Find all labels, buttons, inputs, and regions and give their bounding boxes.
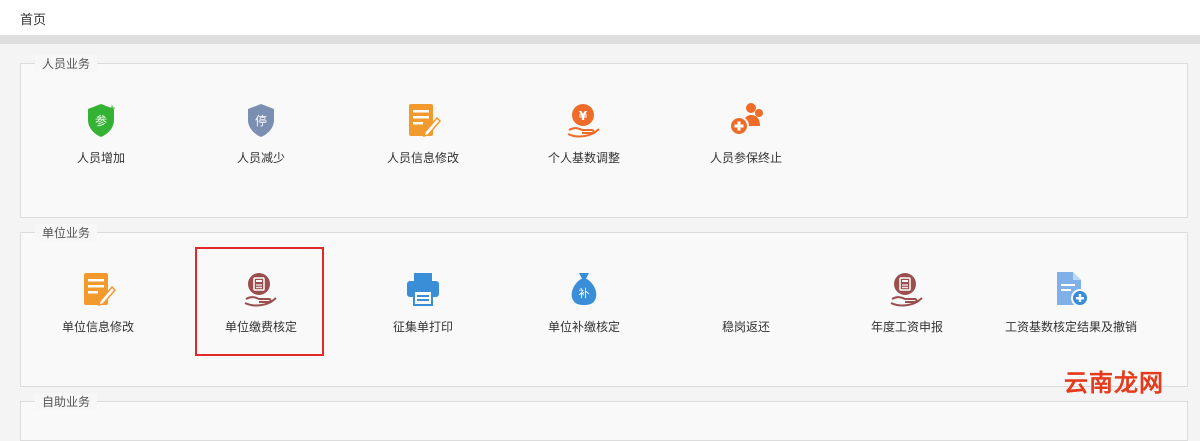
section-self-service: 自助业务 [20, 393, 1188, 441]
top-bar: 首页 [0, 0, 1200, 36]
item-label: 单位信息修改 [61, 320, 134, 334]
breadcrumb-home[interactable]: 首页 [20, 9, 46, 28]
section-title: 单位业务 [35, 224, 98, 241]
watermark-logo: 云南龙网 [1064, 370, 1164, 397]
item-job-stabilization-refund[interactable]: 稳岗返还 [666, 269, 826, 335]
item-label: 征集单打印 [392, 320, 453, 334]
edit-document-icon [84, 273, 117, 307]
blank-icon [726, 269, 766, 309]
item-adjust-personal-base[interactable]: ¥ 个人基数调整 [504, 100, 664, 166]
item-label: 年度工资申报 [870, 320, 943, 334]
item-wage-base-result-revoke[interactable]: 工资基数核定结果及撤销 [991, 269, 1151, 335]
money-bag-icon: 补 [571, 273, 597, 305]
item-annual-wage-declaration[interactable]: 年度工资申报 [827, 269, 987, 335]
item-label: 人员参保终止 [709, 151, 782, 165]
item-label: 人员信息修改 [386, 151, 459, 165]
svg-text:+: + [108, 104, 116, 114]
item-edit-person-info[interactable]: 人员信息修改 [343, 100, 503, 166]
section-title: 人员业务 [35, 55, 98, 72]
yen-hand-icon: ¥ [567, 104, 600, 138]
shield-stop-icon: 停 [248, 104, 274, 137]
section-title: 自助业务 [35, 393, 98, 410]
svg-text:停: 停 [255, 113, 267, 128]
item-label: 个人基数调整 [547, 151, 620, 165]
item-label: 工资基数核定结果及撤销 [1004, 320, 1137, 334]
item-label: 人员增加 [76, 151, 125, 165]
svg-text:参: 参 [95, 113, 107, 128]
item-print-collection-form[interactable]: 征集单打印 [343, 269, 503, 335]
svg-text:¥: ¥ [579, 109, 588, 123]
printer-icon [407, 273, 439, 306]
section-personnel: 人员业务 参 + 人员增加 停 人员减少 人员信息修改 ¥ 个人基数调整 人员参… [20, 55, 1188, 218]
divider-strip [0, 36, 1200, 44]
edit-document-icon [409, 104, 442, 138]
item-label: 稳岗返还 [721, 320, 770, 334]
item-unit-supplement-verify[interactable]: 补 单位补缴核定 [504, 269, 664, 335]
shield-plus-icon: 参 + [88, 104, 116, 137]
calculator-hand-icon [890, 273, 923, 307]
item-reduce-person[interactable]: 停 人员减少 [181, 100, 341, 166]
item-label: 人员减少 [236, 151, 285, 165]
item-add-person[interactable]: 参 + 人员增加 [21, 100, 181, 166]
item-edit-unit-info[interactable]: 单位信息修改 [18, 269, 178, 335]
highlight-box [195, 247, 324, 356]
document-add-icon [1057, 272, 1089, 307]
people-add-icon [729, 103, 763, 136]
item-label: 单位补缴核定 [547, 320, 620, 334]
item-terminate-insurance[interactable]: 人员参保终止 [666, 100, 826, 166]
svg-text:补: 补 [579, 287, 590, 300]
